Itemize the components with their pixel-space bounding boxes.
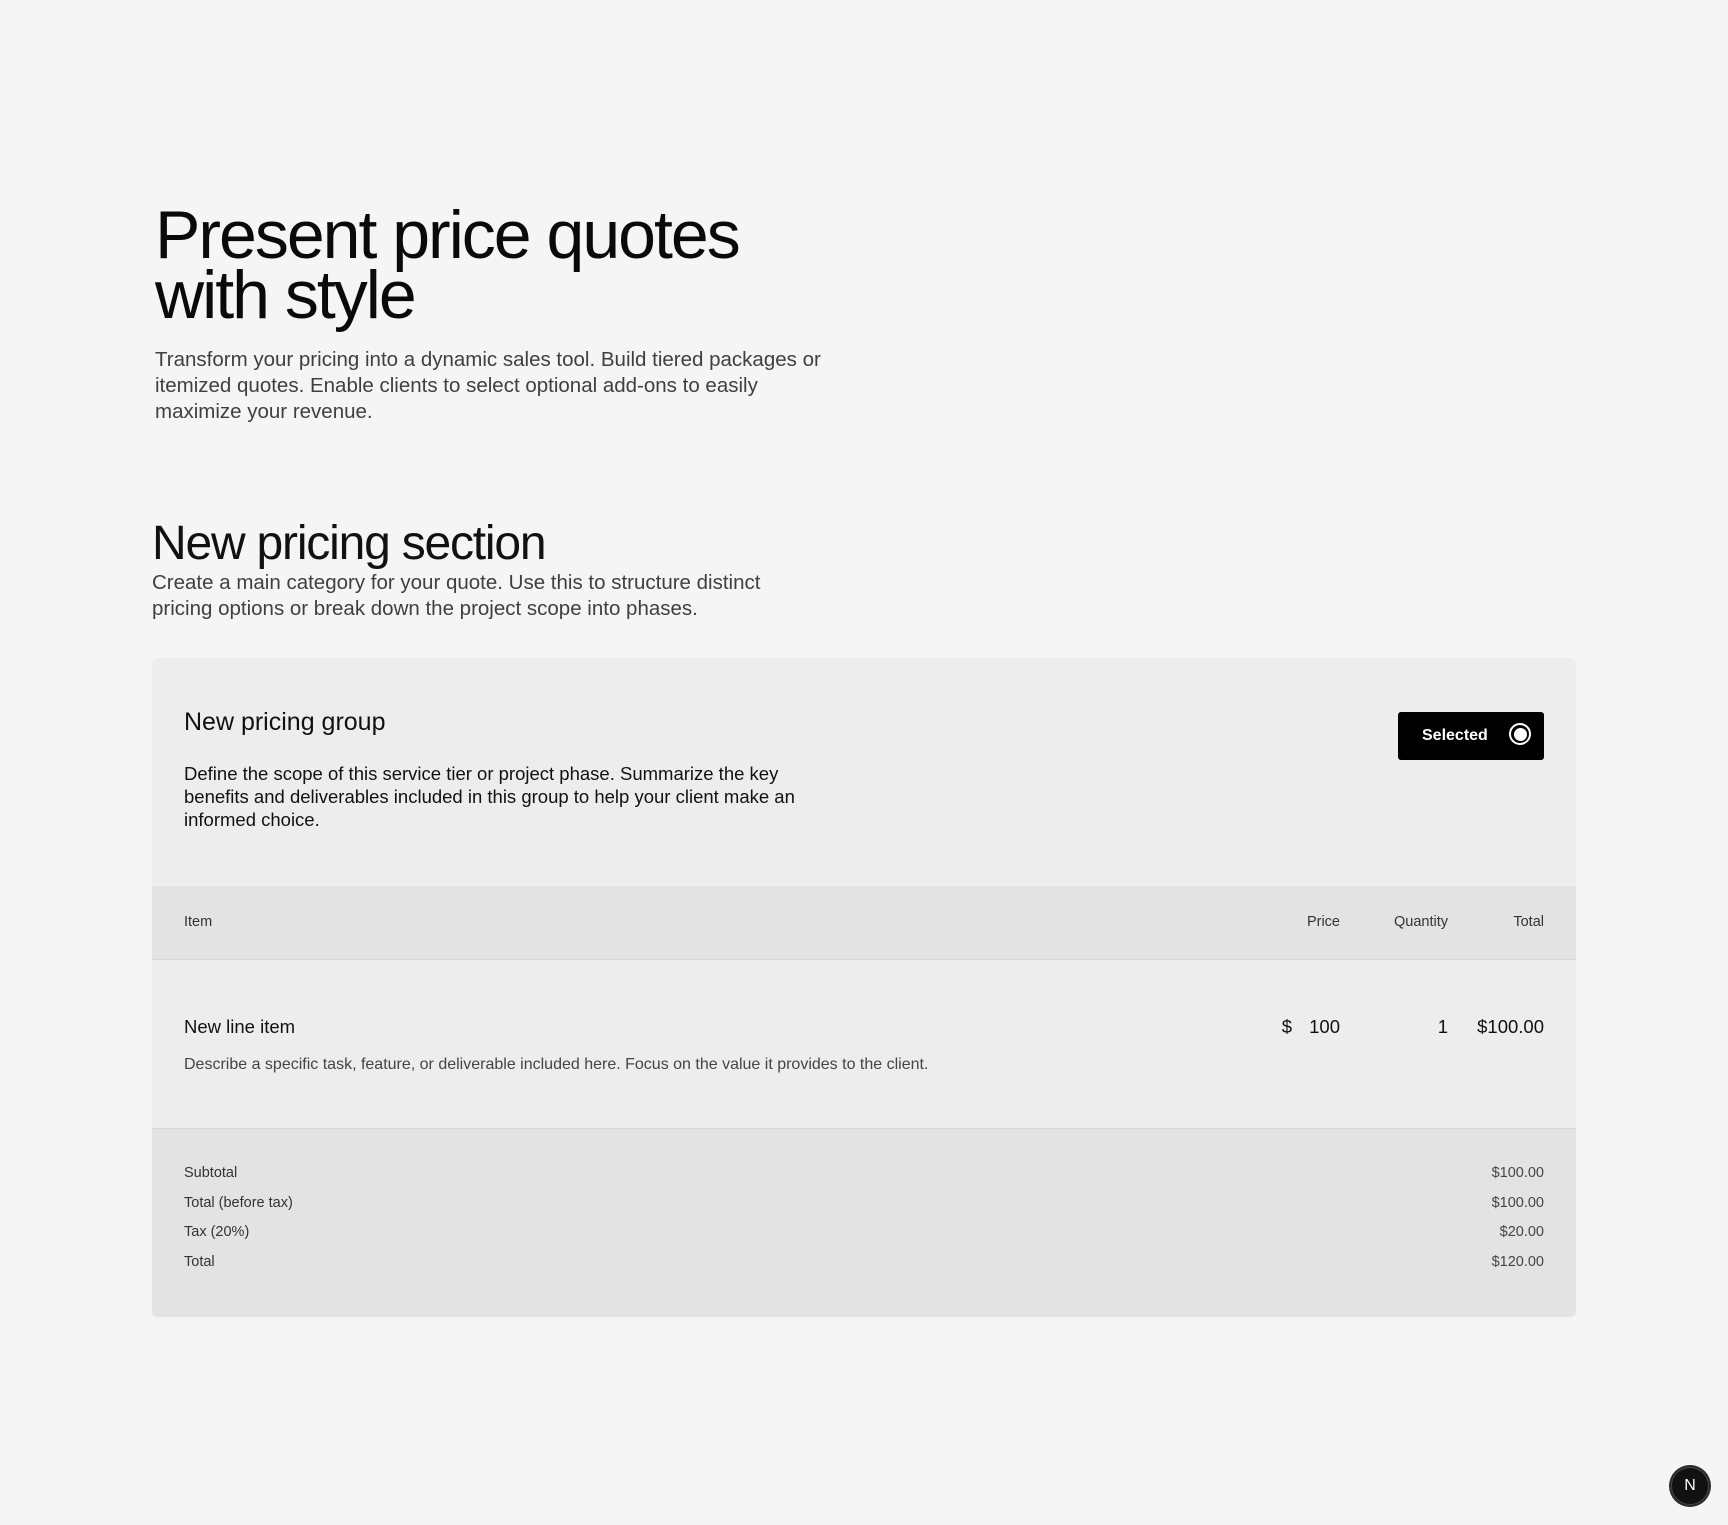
column-header-quantity: Quantity (1394, 914, 1448, 930)
page-title: Present price quotes with style (155, 201, 875, 329)
pricing-group-card: New pricing group Define the scope of th… (152, 658, 1576, 1317)
price-input[interactable] (1308, 1016, 1340, 1038)
line-item-description[interactable]: Describe a specific task, feature, or de… (184, 1056, 928, 1074)
nextjs-logo-icon[interactable]: N (1671, 1467, 1709, 1505)
grand-total-row: Total $120.00 (184, 1254, 1544, 1274)
column-header-price: Price (1306, 914, 1340, 930)
badge-letter: N (1684, 1477, 1696, 1494)
group-description[interactable]: Define the scope of this service tier or… (184, 762, 814, 831)
tax-row: Tax (20%) $20.00 (184, 1224, 1544, 1244)
pretax-total-row: Total (before tax) $100.00 (184, 1195, 1544, 1215)
pricing-section-header: New pricing section Create a main catego… (152, 518, 852, 622)
hero: Present price quotes with style Transfor… (155, 201, 875, 425)
subtotal-value: $100.00 (1491, 1165, 1544, 1181)
quantity-input[interactable] (1408, 1016, 1448, 1038)
column-header-total: Total (1513, 914, 1544, 930)
group-title[interactable]: New pricing group (184, 708, 386, 737)
section-title[interactable]: New pricing section (152, 518, 852, 570)
table-header: Item Price Quantity Total (152, 886, 1576, 960)
subtotal-row: Subtotal $100.00 (184, 1165, 1544, 1185)
line-item-price: $ (1282, 1016, 1340, 1038)
pretax-total-label: Total (before tax) (184, 1195, 293, 1211)
pricing-group-header: New pricing group Define the scope of th… (152, 658, 1576, 886)
pretax-total-value: $100.00 (1491, 1195, 1544, 1211)
line-item-row: New line item Describe a specific task, … (152, 960, 1576, 1129)
selected-toggle-button[interactable]: Selected (1398, 712, 1544, 760)
line-item-total: $100.00 (1477, 1016, 1544, 1037)
tax-label: Tax (20%) (184, 1224, 250, 1240)
grand-total-value: $120.00 (1491, 1254, 1544, 1270)
selected-label: Selected (1422, 727, 1488, 744)
tax-value: $20.00 (1499, 1224, 1544, 1240)
subtotal-label: Subtotal (184, 1165, 238, 1181)
totals-summary: Subtotal $100.00 Total (before tax) $100… (152, 1129, 1576, 1317)
column-header-item: Item (184, 914, 213, 930)
page-title-line-2: with style (155, 257, 417, 333)
page-subtitle: Transform your pricing into a dynamic sa… (155, 348, 821, 423)
section-description[interactable]: Create a main category for your quote. U… (152, 570, 792, 622)
line-item-name[interactable]: New line item (184, 1016, 295, 1038)
grand-total-label: Total (184, 1254, 215, 1270)
currency-symbol: $ (1281, 1016, 1292, 1037)
radio-checked-icon (1509, 723, 1531, 745)
